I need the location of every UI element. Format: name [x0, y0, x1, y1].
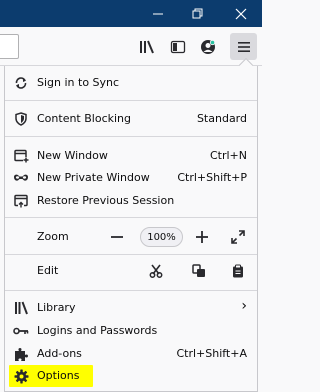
paste-button[interactable]	[229, 262, 247, 280]
options-label: Options	[37, 369, 80, 382]
puzzle-icon	[13, 346, 29, 362]
logins-label: Logins and Passwords	[37, 324, 158, 337]
add-ons-item[interactable]: Add-ons Ctrl+Shift+A	[5, 343, 257, 365]
minimize-button[interactable]	[141, 0, 175, 27]
key-icon	[13, 323, 29, 339]
sync-icon	[13, 75, 29, 91]
gear-icon	[13, 368, 29, 384]
restore-session-label: Restore Previous Session	[37, 194, 175, 207]
library-icon	[140, 40, 154, 54]
fullscreen-icon	[231, 230, 245, 244]
new-private-window-label: New Private Window	[37, 171, 150, 184]
separator	[5, 290, 257, 291]
content-blocking-label: Content Blocking	[37, 112, 132, 125]
close-button[interactable]	[224, 0, 258, 27]
library-icon	[13, 300, 29, 316]
copy-button[interactable]	[190, 262, 208, 280]
edit-label: Edit	[37, 264, 59, 277]
submenu-arrow-icon: ›	[241, 298, 247, 314]
separator	[5, 217, 257, 218]
sign-in-label: Sign in to Sync	[37, 76, 120, 89]
scissors-icon	[149, 264, 163, 278]
private-browsing-icon	[13, 170, 29, 186]
new-window-item[interactable]: New Window Ctrl+N	[5, 145, 257, 167]
plus-icon	[196, 231, 208, 243]
content-blocking-state: Standard	[196, 112, 247, 125]
fullscreen-button[interactable]	[229, 228, 247, 246]
toolbar	[0, 27, 262, 66]
url-bar[interactable]	[0, 34, 19, 59]
restore-icon	[192, 8, 203, 18]
options-item[interactable]: Options	[9, 365, 93, 387]
sign-in-to-sync-item[interactable]: Sign in to Sync	[5, 72, 257, 94]
separator	[5, 136, 257, 137]
account-icon	[201, 39, 216, 54]
separator	[5, 254, 257, 255]
minimize-icon	[153, 13, 163, 14]
sidebar-icon	[170, 40, 186, 54]
copy-icon	[192, 264, 205, 277]
restore-session-item[interactable]: Restore Previous Session	[5, 190, 257, 212]
hamburger-icon	[237, 41, 250, 52]
add-ons-shortcut: Ctrl+Shift+A	[176, 347, 247, 360]
title-bar	[0, 0, 262, 27]
separator	[5, 100, 257, 101]
zoom-reset-button[interactable]: 100%	[140, 227, 183, 247]
new-private-window-shortcut: Ctrl+Shift+P	[177, 171, 247, 184]
shield-icon	[13, 111, 29, 127]
app-menu-panel: Sign in to Sync Content Blocking Standar…	[4, 57, 258, 392]
library-label: Library	[37, 301, 76, 314]
logins-and-passwords-item[interactable]: Logins and Passwords	[5, 320, 257, 342]
menu-button[interactable]	[230, 33, 257, 60]
account-toolbar-button[interactable]	[196, 35, 220, 59]
content-blocking-item[interactable]: Content Blocking Standard	[5, 108, 257, 130]
minus-icon	[111, 236, 123, 238]
cut-button[interactable]	[147, 262, 165, 280]
add-ons-label: Add-ons	[37, 347, 82, 360]
sidebar-toolbar-button[interactable]	[166, 35, 190, 59]
new-window-icon	[13, 148, 29, 164]
close-icon	[235, 8, 247, 19]
clipboard-icon	[233, 264, 243, 278]
library-item[interactable]: Library ›	[5, 297, 257, 319]
new-window-shortcut: Ctrl+N	[209, 149, 247, 162]
zoom-out-button[interactable]	[108, 228, 126, 246]
edit-row: Edit	[5, 260, 257, 282]
library-toolbar-button[interactable]	[135, 35, 159, 59]
zoom-row: Zoom 100%	[5, 226, 257, 248]
new-window-label: New Window	[37, 149, 108, 162]
restore-session-icon	[13, 193, 29, 209]
restore-button[interactable]	[181, 0, 215, 27]
new-private-window-item[interactable]: New Private Window Ctrl+Shift+P	[5, 167, 257, 189]
zoom-in-button[interactable]	[193, 228, 211, 246]
zoom-label: Zoom	[37, 230, 69, 243]
